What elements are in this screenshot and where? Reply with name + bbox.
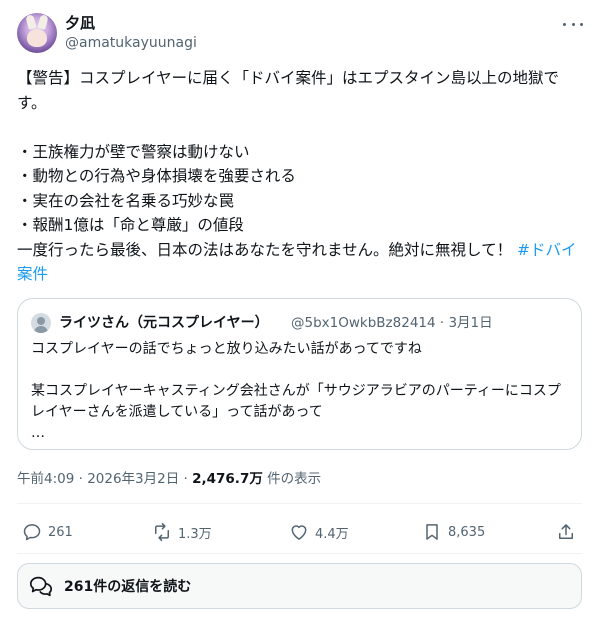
divider-top (17, 503, 582, 504)
author-handle[interactable]: @amatukayuunagi (65, 33, 197, 53)
avatar-face (27, 29, 47, 47)
avatar-ear-left (25, 14, 37, 30)
like-count: 4.4万 (315, 526, 349, 542)
quoted-tweet-text: コスプレイヤーの話でちょっと放り込みたい話があってですね 某コスプレイヤーキャス… (31, 341, 561, 441)
bookmark-count: 8,635 (448, 524, 486, 540)
quoted-author-avatar (31, 313, 51, 333)
quoted-author-name: ライツさん（元コスプレイヤー） (59, 315, 269, 331)
tweet-body: 【警告】コスプレイヤーに届く「ドバイ案件」はエプスタイン島以上の地獄です。 ・王… (17, 66, 587, 287)
tweet-timestamp[interactable]: 午前4:09 · 2026年3月2日 · (17, 471, 192, 487)
more-horizontal-icon[interactable] (563, 16, 583, 32)
author-avatar[interactable] (17, 13, 57, 53)
share-button[interactable] (556, 518, 576, 546)
reply-icon (23, 524, 41, 541)
share-icon (559, 524, 573, 539)
avatar-ear-right (37, 14, 49, 30)
reply-count: 261 (48, 524, 73, 540)
views-label: 件の表示 (262, 471, 322, 487)
divider-bottom (17, 553, 582, 554)
retweet-count: 1.3万 (178, 526, 212, 542)
bookmark-icon (426, 524, 438, 540)
tweet-text: 【警告】コスプレイヤーに届く「ドバイ案件」はエプスタイン島以上の地獄です。 ・王… (17, 69, 560, 259)
author-display-name[interactable]: 夕凪 (65, 13, 95, 33)
bookmark-button[interactable]: 8,635 (422, 518, 485, 546)
read-replies-label: 261件の返信を読む (64, 579, 192, 595)
tweet-header: 夕凪 @amatukayuunagi (0, 0, 599, 60)
retweet-button[interactable]: 1.3万 (152, 518, 212, 546)
retweet-icon (155, 522, 169, 542)
tweet-meta: 午前4:09 · 2026年3月2日 · 2,476.7万 件の表示 (17, 469, 321, 489)
like-button[interactable]: 4.4万 (289, 518, 349, 546)
views-count: 2,476.7万 (192, 471, 263, 487)
read-replies-button[interactable]: 261件の返信を読む (17, 563, 582, 609)
reply-button[interactable]: 261 (22, 518, 73, 546)
action-bar: 261 1.3万 4.4万 8,635 (17, 518, 582, 546)
quoted-tweet-card[interactable]: ライツさん（元コスプレイヤー） @5bx1OwkbBz82414 · 3月1日 … (17, 298, 582, 450)
speech-bubbles-icon (29, 576, 53, 597)
heart-icon (291, 525, 307, 540)
quoted-author-meta: @5bx1OwkbBz82414 · 3月1日 (291, 315, 493, 331)
